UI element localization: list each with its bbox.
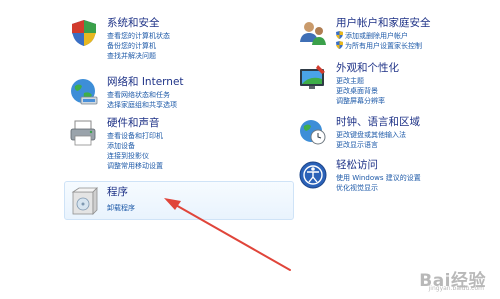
watermark-sub: jingyan.baidu.com xyxy=(428,285,484,292)
baidu-watermark: Bai经验 jingyan.baidu.com xyxy=(419,266,486,292)
annotation-arrow xyxy=(164,198,291,271)
